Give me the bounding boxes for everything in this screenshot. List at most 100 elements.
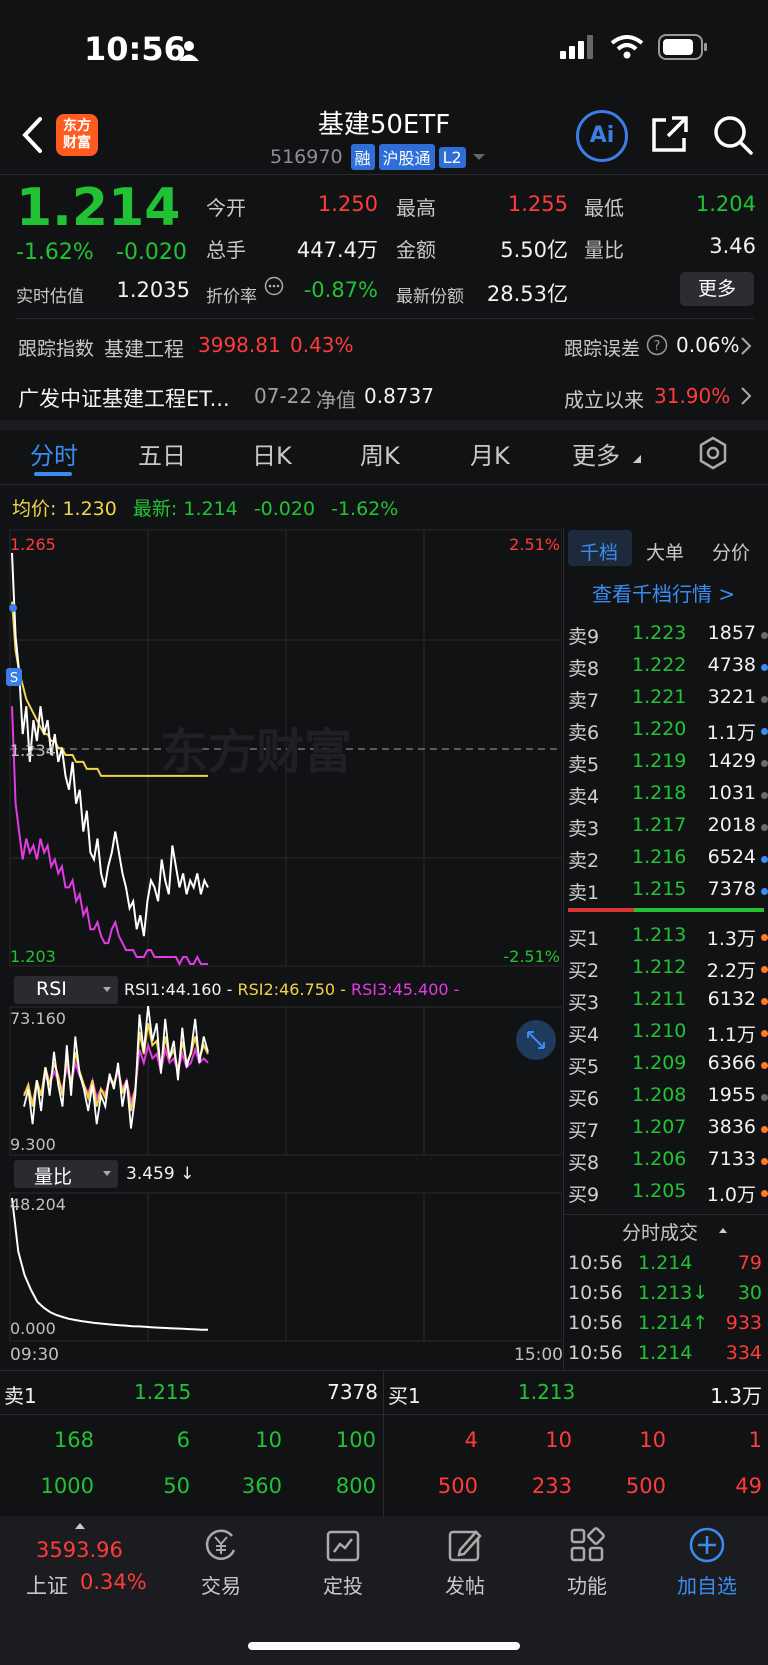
more-dots-icon[interactable] <box>264 276 284 296</box>
bottom-buy-price: 1.213 <box>518 1380 576 1404</box>
tracking-error-label: 跟踪误差 <box>564 338 641 360</box>
level-dot-icon <box>761 824 768 831</box>
buy-level-row[interactable]: 买8 1.206 7133 <box>568 1144 768 1176</box>
buy-level-row[interactable]: 买5 1.209 6366 <box>568 1048 768 1080</box>
nav-value: 0.8737 <box>364 384 434 408</box>
buy-level-row[interactable]: 买2 1.212 2.2万 <box>568 952 768 984</box>
nav-label: 净值 <box>316 388 356 412</box>
panel-tab-depth[interactable]: 千档 <box>580 538 618 565</box>
queue-cell: 49 <box>735 1474 762 1498</box>
divider <box>0 174 768 175</box>
caret-down-icon <box>472 154 485 160</box>
nav-add-watchlist[interactable]: 加自选 <box>652 1570 762 1599</box>
tab-intraday[interactable]: 分时 <box>30 436 78 471</box>
tab-five-day[interactable]: 五日 <box>138 436 186 471</box>
vr-bottom-label: 0.000 <box>10 1319 56 1338</box>
sell-level-row[interactable]: 卖3 1.217 2018 <box>568 810 768 842</box>
trade-row: 10:56 1.214↑ 933 <box>568 1308 768 1340</box>
more-button[interactable]: 更多 <box>680 272 754 306</box>
share-icon[interactable] <box>650 114 690 154</box>
level-dot-icon <box>761 1094 768 1101</box>
bottom-sell-label: 卖1 <box>4 1384 37 1408</box>
sell-level-row[interactable]: 卖5 1.219 1429 <box>568 746 768 778</box>
nav-date: 07-22 <box>254 384 313 408</box>
ai-button[interactable]: Ai <box>576 110 628 162</box>
queue-cell: 1000 <box>40 1474 94 1498</box>
level-volume: 3221 <box>707 686 756 708</box>
nav-trade[interactable]: 交易 <box>166 1570 276 1599</box>
sell-level-row[interactable]: 卖1 1.215 7378 <box>568 874 768 906</box>
queue-cell: 100 <box>335 1428 376 1452</box>
vr-selector-label: 量比 <box>34 1166 73 1188</box>
nav-post[interactable]: 发帖 <box>410 1570 520 1599</box>
add-watchlist-icon[interactable] <box>688 1526 726 1564</box>
fund-name[interactable]: 广发中证基建工程ET... <box>18 383 230 413</box>
buy-level-row[interactable]: 买4 1.210 1.1万 <box>568 1016 768 1048</box>
volume-ratio-chart[interactable]: 48.204 0.000 <box>0 1192 562 1342</box>
sell-level-row[interactable]: 卖8 1.222 4738 <box>568 650 768 682</box>
x-start-label: 09:30 <box>10 1345 59 1365</box>
level-dot-icon <box>761 1030 768 1037</box>
sell-level-row[interactable]: 卖9 1.223 1857 <box>568 618 768 650</box>
sell-level-row[interactable]: 卖6 1.220 1.1万 <box>568 714 768 746</box>
help-icon[interactable]: ? <box>646 334 668 356</box>
buy-level-row[interactable]: 买1 1.213 1.3万 <box>568 920 768 952</box>
chevron-right-icon[interactable] <box>740 386 752 406</box>
dropdown-icon <box>103 987 111 992</box>
latest-pct: -1.62% <box>331 498 399 520</box>
index-value[interactable]: 3593.96 <box>36 1538 123 1562</box>
tab-monthly-k[interactable]: 月K <box>470 436 510 471</box>
intraday-chart[interactable]: 东方财富 S 1.265 1.234 1.203 2.51% -2.51% <box>0 528 562 968</box>
discount-value: -0.87% <box>303 278 378 302</box>
tab-more[interactable]: 更多 <box>572 436 620 471</box>
sell-level-row[interactable]: 卖7 1.221 3221 <box>568 682 768 714</box>
buy-marker[interactable] <box>9 604 17 612</box>
search-icon[interactable] <box>712 114 754 156</box>
queue-cell: 4 <box>464 1428 478 1452</box>
chevron-right-icon[interactable] <box>740 336 752 356</box>
level-volume: 4738 <box>707 654 756 676</box>
depth-link[interactable]: 查看千档行情 > <box>592 578 735 607</box>
tracking-index-name[interactable]: 基建工程 <box>104 333 184 362</box>
tracking-label: 跟踪指数 <box>18 338 95 360</box>
trade-time: 10:56 <box>568 1342 623 1364</box>
trade-row: 10:56 1.214 334 <box>568 1338 768 1370</box>
settings-icon[interactable] <box>696 436 730 470</box>
vr-selector[interactable]: 量比 <box>14 1160 118 1188</box>
post-icon[interactable] <box>446 1526 484 1564</box>
level-price: 1.221 <box>632 686 687 708</box>
rsi-chart[interactable]: 73.160 9.300 <box>0 1006 562 1156</box>
level-label: 卖4 <box>568 786 600 808</box>
buy-level-row[interactable]: 买6 1.208 1955 <box>568 1080 768 1112</box>
latest-label: 最新: <box>132 498 178 520</box>
stock-subtitle[interactable]: 516970 融 沪股通 L2 <box>270 144 488 170</box>
level-label: 卖7 <box>568 690 600 712</box>
nav-function[interactable]: 功能 <box>532 1570 642 1599</box>
nav-invest-plan[interactable]: 定投 <box>288 1570 398 1599</box>
function-icon[interactable] <box>568 1526 606 1564</box>
buy-level-row[interactable]: 买3 1.211 6132 <box>568 984 768 1016</box>
rsi-selector[interactable]: RSI <box>14 976 118 1004</box>
ratio-value: 3.46 <box>709 234 756 258</box>
invest-plan-icon[interactable] <box>324 1526 362 1564</box>
panel-tab-bigorder[interactable]: 大单 <box>646 538 684 565</box>
user-icon <box>179 41 199 61</box>
level-volume: 6132 <box>707 988 756 1010</box>
tag-l2: L2 <box>438 146 466 168</box>
level-dot-icon <box>761 888 768 895</box>
level-dot-icon <box>761 856 768 863</box>
panel-tab-price[interactable]: 分价 <box>712 538 750 565</box>
buy-level-row[interactable]: 买9 1.205 1.0万 <box>568 1176 768 1208</box>
sell-level-row[interactable]: 卖4 1.218 1031 <box>568 778 768 810</box>
level-volume: 3836 <box>707 1116 756 1138</box>
tab-weekly-k[interactable]: 周K <box>360 436 400 471</box>
sell-level-row[interactable]: 卖2 1.216 6524 <box>568 842 768 874</box>
trades-title[interactable]: 分时成交 <box>622 1218 698 1245</box>
level-volume: 1857 <box>707 622 756 644</box>
trade-icon[interactable] <box>202 1526 240 1564</box>
tab-daily-k[interactable]: 日K <box>252 436 292 471</box>
bottom-divider <box>383 1372 384 1516</box>
level-price: 1.207 <box>632 1116 687 1138</box>
rsi-top-label: 73.160 <box>10 1009 66 1028</box>
buy-level-row[interactable]: 买7 1.207 3836 <box>568 1112 768 1144</box>
